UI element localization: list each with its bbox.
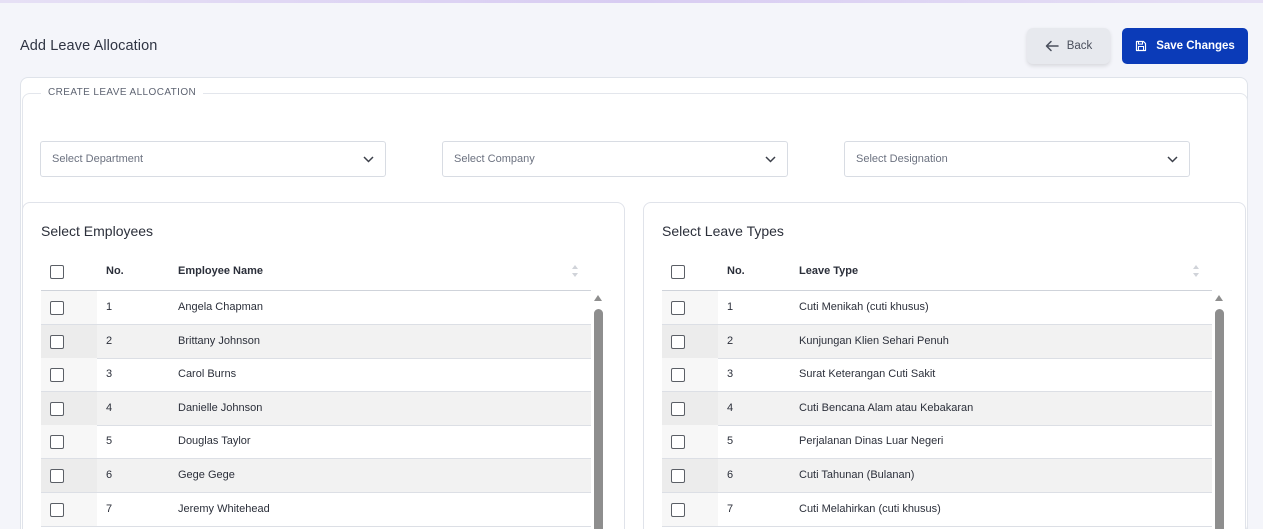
employee-row[interactable]: 1 Angela Chapman — [41, 291, 591, 325]
leave-type-row[interactable]: 6 Cuti Tahunan (Bulanan) — [662, 459, 1212, 493]
row-name: Carol Burns — [178, 368, 237, 381]
top-accent-line — [0, 0, 1263, 3]
sort-icon[interactable] — [1192, 264, 1200, 278]
row-name: Cuti Bencana Alam atau Kebakaran — [799, 401, 974, 414]
save-changes-button[interactable]: Save Changes — [1122, 28, 1248, 64]
department-select[interactable]: Select Department — [40, 141, 386, 177]
row-checkbox[interactable] — [50, 435, 64, 450]
row-name: Surat Keterangan Cuti Sakit — [799, 368, 936, 381]
row-number: 6 — [727, 469, 734, 481]
employees-scrollbar[interactable] — [594, 309, 603, 529]
employee-row[interactable]: 2 Brittany Johnson — [41, 324, 591, 359]
row-name: Cuti Tahunan (Bulanan) — [799, 469, 915, 481]
scroll-up-arrow-icon[interactable] — [593, 294, 603, 302]
employees-col-no: No. — [106, 265, 124, 277]
company-select-placeholder: Select Company — [454, 153, 535, 165]
row-checkbox[interactable] — [50, 469, 64, 483]
leave-types-table-header: No. Leave Type — [662, 254, 1212, 291]
row-checkbox[interactable] — [50, 334, 64, 349]
chevron-down-icon — [1167, 155, 1178, 163]
section-legend: CREATE LEAVE ALLOCATION — [41, 87, 204, 98]
leave-type-row[interactable]: 5 Perjalanan Dinas Luar Negeri — [662, 425, 1212, 460]
row-name: Gege Gege — [178, 469, 235, 481]
row-number: 6 — [106, 469, 113, 481]
select-all-leave-types-checkbox[interactable] — [671, 265, 685, 279]
leave-type-row[interactable]: 7 Cuti Melahirkan (cuti khusus) — [662, 492, 1212, 527]
row-checkbox[interactable] — [671, 401, 685, 416]
leave-types-title: Select Leave Types — [662, 223, 784, 239]
row-number: 4 — [727, 401, 734, 414]
employees-table-header: No. Employee Name — [41, 254, 591, 291]
row-checkbox[interactable] — [671, 469, 685, 483]
company-select[interactable]: Select Company — [442, 141, 788, 177]
back-button-label: Back — [1066, 40, 1093, 52]
row-name: Cuti Menikah (cuti khusus) — [799, 301, 929, 313]
row-number: 2 — [727, 334, 734, 347]
row-checkbox[interactable] — [671, 301, 685, 315]
row-name: Brittany Johnson — [178, 334, 260, 347]
leave-type-row[interactable]: 4 Cuti Bencana Alam atau Kebakaran — [662, 391, 1212, 426]
select-all-employees-checkbox[interactable] — [50, 265, 64, 279]
row-checkbox[interactable] — [50, 401, 64, 416]
chevron-down-icon — [363, 155, 374, 163]
row-name: Angela Chapman — [178, 301, 264, 313]
row-number: 7 — [106, 502, 113, 515]
designation-select[interactable]: Select Designation — [844, 141, 1190, 177]
employee-row[interactable]: 6 Gege Gege — [41, 459, 591, 493]
row-number: 7 — [727, 502, 734, 515]
row-number: 5 — [106, 435, 113, 448]
arrow-left-icon — [1045, 40, 1059, 52]
row-checkbox[interactable] — [671, 334, 685, 349]
employees-title: Select Employees — [41, 223, 154, 239]
leave-types-col-no: No. — [727, 265, 745, 277]
sort-icon[interactable] — [571, 264, 579, 278]
employee-row[interactable]: 3 Carol Burns — [41, 358, 591, 393]
leave-types-scrollbar[interactable] — [1215, 309, 1224, 529]
row-number: 4 — [106, 401, 113, 414]
row-name: Cuti Melahirkan (cuti khusus) — [799, 502, 941, 515]
row-number: 5 — [727, 435, 734, 448]
row-number: 3 — [727, 368, 734, 381]
row-checkbox[interactable] — [671, 435, 685, 450]
employee-row[interactable]: 5 Douglas Taylor — [41, 425, 591, 460]
leave-type-row[interactable]: 3 Surat Keterangan Cuti Sakit — [662, 358, 1212, 393]
leave-type-row[interactable]: 2 Kunjungan Klien Sehari Penuh — [662, 324, 1212, 359]
department-select-placeholder: Select Department — [52, 153, 144, 165]
row-checkbox[interactable] — [671, 368, 685, 383]
floppy-disk-icon — [1136, 40, 1147, 52]
leave-type-row[interactable]: 1 Cuti Menikah (cuti khusus) — [662, 291, 1212, 325]
save-changes-label: Save Changes — [1156, 40, 1235, 52]
employee-row[interactable]: 7 Jeremy Whitehead — [41, 492, 591, 527]
employee-row[interactable]: 4 Danielle Johnson — [41, 391, 591, 426]
row-name: Douglas Taylor — [178, 435, 251, 448]
leave-types-col-name[interactable]: Leave Type — [799, 265, 858, 277]
designation-select-placeholder: Select Designation — [856, 153, 948, 165]
row-number: 1 — [106, 301, 113, 313]
row-name: Kunjungan Klien Sehari Penuh — [799, 334, 949, 347]
row-checkbox[interactable] — [50, 368, 64, 383]
employees-col-name[interactable]: Employee Name — [178, 265, 263, 277]
back-button[interactable]: Back — [1027, 28, 1110, 64]
row-number: 1 — [727, 301, 734, 313]
row-name: Perjalanan Dinas Luar Negeri — [799, 435, 944, 448]
row-checkbox[interactable] — [50, 301, 64, 315]
row-name: Jeremy Whitehead — [178, 502, 270, 515]
row-checkbox[interactable] — [50, 502, 64, 517]
page-title: Add Leave Allocation — [20, 38, 158, 54]
row-checkbox[interactable] — [671, 502, 685, 517]
row-number: 3 — [106, 368, 113, 381]
scroll-up-arrow-icon[interactable] — [1214, 294, 1224, 302]
row-name: Danielle Johnson — [178, 401, 263, 414]
chevron-down-icon — [765, 155, 776, 163]
row-number: 2 — [106, 334, 113, 347]
